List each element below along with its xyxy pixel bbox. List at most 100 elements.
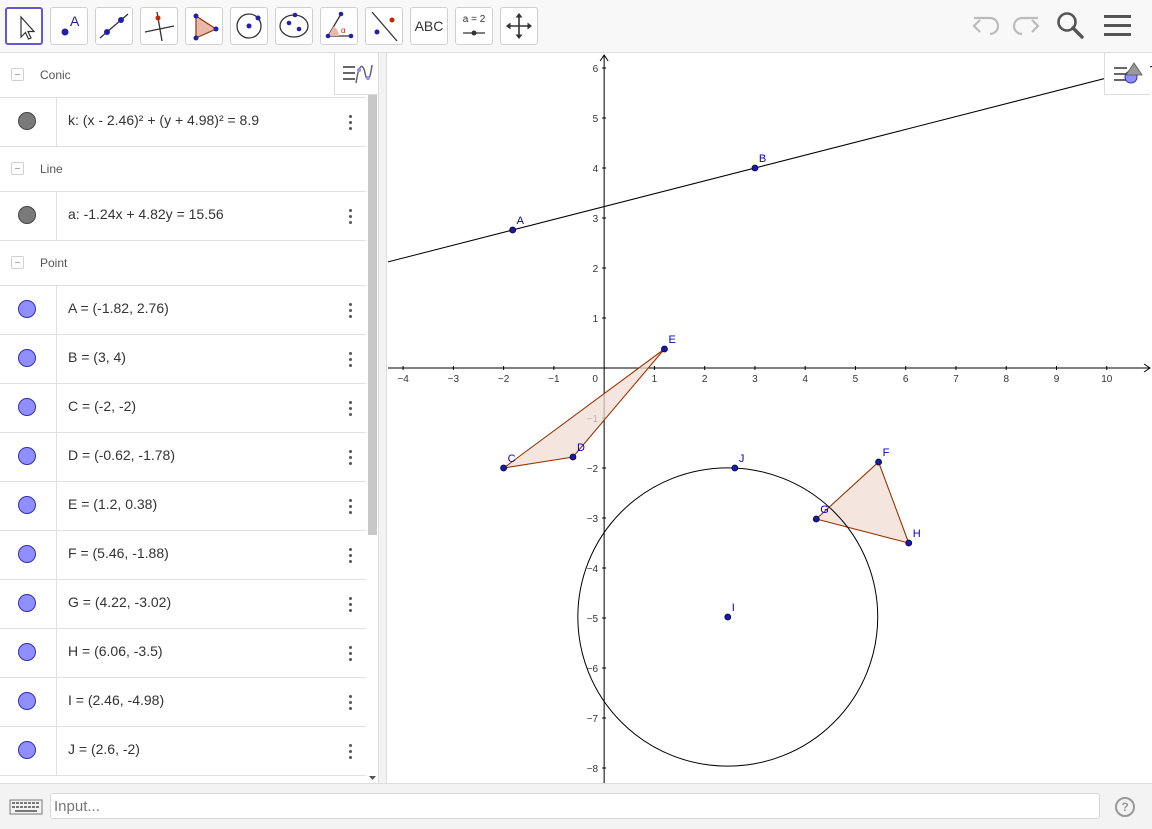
angle-tool[interactable]: α [320, 7, 358, 45]
undo-icon[interactable] [970, 10, 1004, 42]
visibility-toggle[interactable] [0, 580, 57, 628]
reflect-line-tool[interactable] [365, 7, 403, 45]
point-b[interactable] [751, 164, 759, 172]
algebra-expression[interactable]: B = (3, 4) [68, 349, 126, 365]
group-header-line[interactable]: Line [0, 147, 366, 192]
line-a[interactable] [388, 65, 1152, 263]
algebra-row[interactable]: A = (-1.82, 2.76) [0, 286, 366, 335]
algebra-row[interactable]: J = (2.6, -2) [0, 727, 366, 776]
visibility-dot-icon[interactable] [18, 300, 36, 318]
visibility-toggle[interactable] [0, 482, 57, 530]
text-tool[interactable]: ABC [410, 7, 448, 45]
visibility-toggle[interactable] [0, 678, 57, 726]
visibility-toggle[interactable] [0, 192, 57, 240]
collapse-icon[interactable] [11, 68, 24, 81]
algebra-scrollbar[interactable] [368, 95, 377, 535]
algebra-expression[interactable]: C = (-2, -2) [68, 398, 136, 414]
algebra-row[interactable]: a: -1.24x + 4.82y = 15.56 [0, 192, 366, 241]
visibility-toggle[interactable] [0, 286, 57, 334]
visibility-toggle[interactable] [0, 384, 57, 432]
input-field[interactable] [50, 793, 1100, 819]
view-divider[interactable] [378, 53, 387, 783]
point-a[interactable] [509, 226, 517, 234]
algebra-expression[interactable]: G = (4.22, -3.02) [68, 594, 171, 610]
graphics-style-bar-button[interactable] [1104, 53, 1150, 95]
visibility-dot-icon[interactable] [18, 206, 36, 224]
algebra-expression[interactable]: D = (-0.62, -1.78) [68, 447, 175, 463]
point-f[interactable] [875, 458, 882, 466]
line-tool[interactable] [95, 7, 133, 45]
slider-tool[interactable]: a = 2 [455, 7, 493, 45]
visibility-dot-icon[interactable] [18, 447, 36, 465]
algebra-expression[interactable]: J = (2.6, -2) [68, 741, 140, 757]
more-options-icon[interactable] [342, 205, 358, 227]
algebra-expression[interactable]: F = (5.46, -1.88) [68, 545, 169, 561]
scroll-down-icon[interactable] [368, 769, 377, 780]
algebra-row[interactable]: D = (-0.62, -1.78) [0, 433, 366, 482]
algebra-row[interactable]: I = (2.46, -4.98) [0, 678, 366, 727]
group-header-point[interactable]: Point [0, 241, 366, 286]
algebra-style-bar-button[interactable] [334, 53, 378, 95]
algebra-expression[interactable]: k: (x - 2.46)² + (y + 4.98)² = 8.9 [68, 112, 259, 128]
visibility-dot-icon[interactable] [18, 643, 36, 661]
visibility-dot-icon[interactable] [18, 594, 36, 612]
keyboard-icon[interactable] [2, 795, 48, 817]
redo-icon[interactable] [1008, 10, 1042, 42]
algebra-row[interactable]: E = (1.2, 0.38) [0, 482, 366, 531]
menu-icon[interactable] [1101, 10, 1135, 42]
visibility-dot-icon[interactable] [18, 741, 36, 759]
algebra-expression[interactable]: a: -1.24x + 4.82y = 15.56 [68, 206, 224, 222]
algebra-row[interactable]: H = (6.06, -3.5) [0, 629, 366, 678]
point-d[interactable] [569, 453, 577, 461]
visibility-dot-icon[interactable] [18, 112, 36, 130]
algebra-expression[interactable]: A = (-1.82, 2.76) [68, 300, 169, 316]
more-options-icon[interactable] [342, 740, 358, 762]
visibility-toggle[interactable] [0, 727, 57, 775]
visibility-dot-icon[interactable] [18, 692, 36, 710]
algebra-row[interactable]: k: (x - 2.46)² + (y + 4.98)² = 8.9 [0, 98, 366, 147]
algebra-row[interactable]: G = (4.22, -3.02) [0, 580, 366, 629]
group-header-conic[interactable]: Conic [0, 53, 366, 98]
polygon-tool[interactable] [185, 7, 223, 45]
more-options-icon[interactable] [342, 691, 358, 713]
polygon-gfh[interactable] [815, 461, 910, 544]
algebra-expression[interactable]: H = (6.06, -3.5) [68, 643, 163, 659]
visibility-toggle[interactable] [0, 629, 57, 677]
algebra-row[interactable]: F = (5.46, -1.88) [0, 531, 366, 580]
point-h[interactable] [905, 539, 913, 547]
move-graphics-view-tool[interactable] [500, 7, 538, 45]
point-i[interactable] [724, 613, 732, 621]
algebra-expression[interactable]: E = (1.2, 0.38) [68, 496, 157, 512]
more-options-icon[interactable] [342, 348, 358, 370]
more-options-icon[interactable] [342, 593, 358, 615]
collapse-icon[interactable] [11, 256, 24, 269]
more-options-icon[interactable] [342, 446, 358, 468]
visibility-dot-icon[interactable] [18, 349, 36, 367]
visibility-dot-icon[interactable] [18, 545, 36, 563]
collapse-icon[interactable] [11, 162, 24, 175]
more-options-icon[interactable] [342, 642, 358, 664]
point-tool[interactable]: A [50, 7, 88, 45]
more-options-icon[interactable] [342, 495, 358, 517]
circle-center-point-tool[interactable] [230, 7, 268, 45]
more-options-icon[interactable] [342, 544, 358, 566]
visibility-dot-icon[interactable] [18, 496, 36, 514]
point-c[interactable] [500, 464, 508, 472]
visibility-toggle[interactable] [0, 98, 57, 146]
more-options-icon[interactable] [342, 397, 358, 419]
point-j[interactable] [731, 464, 739, 472]
visibility-toggle[interactable] [0, 531, 57, 579]
point-g[interactable] [812, 515, 820, 523]
move-tool[interactable] [5, 7, 43, 45]
algebra-expression[interactable]: I = (2.46, -4.98) [68, 692, 164, 708]
perpendicular-line-tool[interactable] [140, 7, 178, 45]
visibility-toggle[interactable] [0, 433, 57, 481]
ellipse-tool[interactable] [275, 7, 313, 45]
algebra-row[interactable]: B = (3, 4) [0, 335, 366, 384]
more-options-icon[interactable] [342, 111, 358, 133]
visibility-dot-icon[interactable] [18, 398, 36, 416]
algebra-row[interactable]: C = (-2, -2) [0, 384, 366, 433]
help-icon[interactable]: ? [1115, 797, 1135, 817]
graphics-view[interactable]: −4−3−2−1012345678910654321−1−2−3−4−5−6−7… [388, 53, 1152, 783]
visibility-toggle[interactable] [0, 335, 57, 383]
